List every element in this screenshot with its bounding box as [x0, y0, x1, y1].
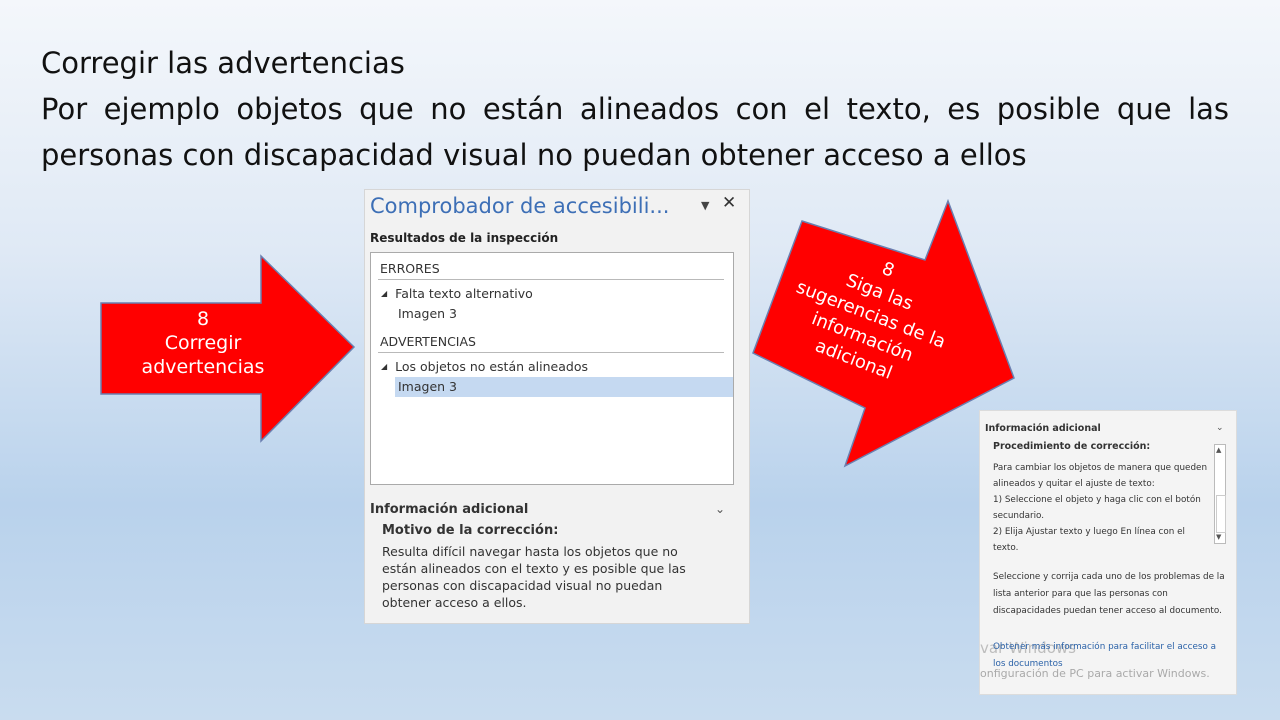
chevron-down-icon[interactable]: ⌄ — [715, 502, 725, 516]
accessibility-checker-pane: Comprobador de accesibili... ▼ ✕ Resulta… — [364, 189, 750, 624]
info-header[interactable]: Información adicional — [370, 502, 528, 517]
motivo-label: Motivo de la corrección: — [382, 523, 559, 538]
pane-title: Comprobador de accesibili... — [370, 194, 670, 218]
arrow-right: 8 Siga las sugerencias de la información… — [750, 198, 1018, 470]
slide-body: Por ejemplo objetos que no están alinead… — [41, 92, 1229, 172]
results-label: Resultados de la inspección — [370, 231, 559, 245]
arrow-left-line2: advertencias — [141, 356, 265, 378]
error-sub-item[interactable]: Imagen 3 — [398, 306, 457, 321]
divider — [378, 352, 724, 353]
arrow-left-label: 8 Corregir advertencias — [108, 307, 298, 379]
warning-sub-item[interactable]: Imagen 3 — [398, 379, 457, 394]
slide-text: Corregir las advertencias Por ejemplo ob… — [41, 40, 1229, 178]
scroll-down-icon[interactable]: ▼ — [1216, 533, 1221, 541]
arrow-left-number: 8 — [196, 308, 210, 330]
arrow-left-line1: Corregir — [164, 332, 242, 354]
collapse-triangle-icon[interactable]: ◢ — [381, 289, 387, 298]
slide-heading: Corregir las advertencias — [41, 46, 405, 80]
warning-item[interactable]: ◢ Los objetos no están alineados — [381, 359, 588, 374]
errors-category: ERRORES — [380, 261, 440, 276]
procedure-steps: Para cambiar los objetos de manera que q… — [993, 463, 1208, 553]
error-item-label: Falta texto alternativo — [395, 286, 533, 301]
more-info-link[interactable]: Obtener más información para facilitar e… — [993, 639, 1228, 673]
divider — [378, 279, 724, 280]
close-icon[interactable]: ✕ — [722, 193, 736, 213]
procedure-label: Procedimiento de corrección: — [993, 441, 1151, 452]
error-item[interactable]: ◢ Falta texto alternativo — [381, 286, 533, 301]
info-panel-header[interactable]: Información adicional — [985, 423, 1101, 434]
motivo-text: Resulta difícil navegar hasta los objeto… — [382, 544, 686, 610]
additional-info-panel: Información adicional ⌄ Procedimiento de… — [979, 410, 1237, 695]
info-note: Seleccione y corrija cada uno de los pro… — [993, 572, 1225, 616]
arrow-left: 8 Corregir advertencias — [100, 254, 356, 443]
caret-down-icon[interactable]: ▼ — [701, 199, 709, 212]
scroll-up-icon[interactable]: ▲ — [1216, 446, 1221, 454]
warnings-category: ADVERTENCIAS — [380, 334, 476, 349]
warning-item-label: Los objetos no están alineados — [395, 359, 588, 374]
scroll-thumb[interactable] — [1216, 495, 1226, 533]
chevron-down-icon[interactable]: ⌄ — [1216, 423, 1224, 433]
collapse-triangle-icon[interactable]: ◢ — [381, 362, 387, 371]
results-list[interactable]: ERRORES ◢ Falta texto alternativo Imagen … — [370, 252, 734, 485]
scrollbar[interactable]: ▲ ▼ — [1214, 444, 1226, 544]
